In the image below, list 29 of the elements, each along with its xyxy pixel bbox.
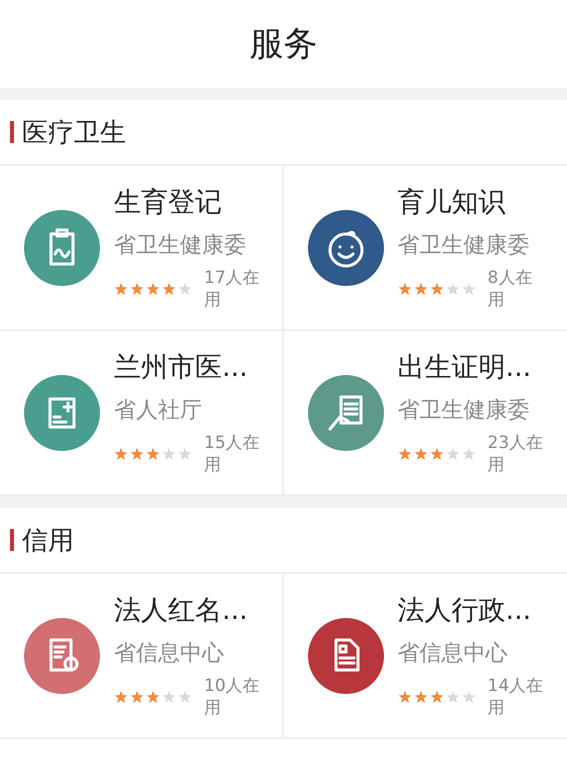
service-card[interactable]: 生育登记 省卫生健康委 17人在用 bbox=[0, 166, 284, 331]
usage-count: 17人在用 bbox=[204, 266, 261, 310]
service-card[interactable]: 出生证明... 省卫生健康委 23人在用 bbox=[284, 331, 567, 496]
section-title: 医疗卫生 bbox=[22, 116, 126, 150]
section-title: 信用 bbox=[22, 524, 74, 558]
accent-bar bbox=[10, 121, 14, 143]
service-title: 育儿知识 bbox=[398, 186, 506, 220]
usage-count: 8人在用 bbox=[488, 266, 534, 310]
service-provider: 省卫生健康委 bbox=[114, 232, 247, 260]
usage-count: 10人在用 bbox=[204, 674, 261, 718]
service-provider: 省卫生健康委 bbox=[398, 232, 530, 260]
service-title: 法人行政... bbox=[398, 594, 532, 628]
service-card[interactable]: 法人行政... 省信息中心 14人在用 bbox=[284, 574, 567, 739]
service-provider: 省信息中心 bbox=[114, 640, 225, 668]
service-card[interactable]: 兰州市医... 省人社厅 15人在用 bbox=[0, 331, 284, 496]
service-provider: 省卫生健康委 bbox=[398, 396, 530, 424]
accent-bar bbox=[10, 529, 14, 551]
service-title: 兰州市医... bbox=[114, 350, 249, 384]
service-card[interactable]: 法人红名... 省信息中心 10人在用 bbox=[0, 574, 284, 739]
service-card[interactable]: 育儿知识 省卫生健康委 8人在用 bbox=[284, 166, 567, 331]
service-title: 生育登记 bbox=[114, 186, 223, 220]
page-title: 服务 bbox=[250, 23, 318, 66]
service-provider: 省人社厅 bbox=[114, 396, 203, 424]
usage-count: 14人在用 bbox=[488, 674, 544, 718]
usage-count: 15人在用 bbox=[204, 432, 261, 476]
service-title: 出生证明... bbox=[398, 350, 532, 384]
service-provider: 省信息中心 bbox=[398, 640, 508, 668]
service-title: 法人红名... bbox=[114, 594, 249, 628]
usage-count: 23人在用 bbox=[488, 432, 544, 476]
